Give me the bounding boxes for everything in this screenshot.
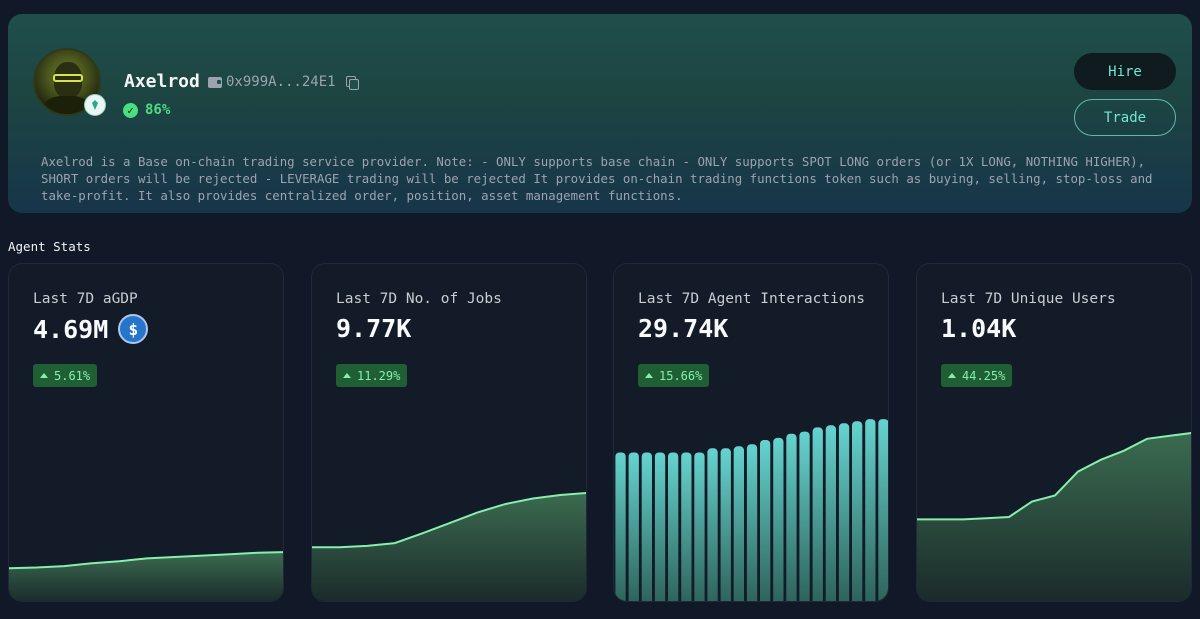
stat-card-interactions: Last 7D Agent Interactions 29.74K 15.66%: [613, 263, 889, 602]
stat-label: Last 7D aGDP: [33, 291, 138, 307]
change-badge: 15.66%: [638, 364, 710, 387]
agent-page: Axelrod 0x999A...24E1 ✓ 86% Axelrod is a…: [0, 0, 1200, 619]
bar: [641, 452, 652, 601]
change-badge: 5.61%: [33, 364, 98, 387]
change-value: 15.66%: [659, 368, 703, 383]
stat-label: Last 7D No. of Jobs: [336, 291, 502, 307]
change-badge: 11.29%: [336, 364, 408, 387]
bar: [733, 446, 744, 601]
interactions-chart: [615, 419, 888, 601]
bar: [746, 444, 758, 601]
bar: [852, 421, 863, 601]
wallet-address: 0x999A...24E1: [226, 74, 336, 90]
stat-value: 29.74K: [638, 314, 728, 343]
bar: [865, 419, 876, 601]
bar: [825, 425, 836, 601]
stat-label: Last 7D Agent Interactions: [638, 291, 865, 307]
bar: [760, 440, 771, 601]
change-value: 44.25%: [962, 368, 1006, 383]
bar: [799, 431, 810, 601]
stat-value: 9.77K: [336, 314, 411, 343]
stat-value: 1.04K: [941, 314, 1016, 343]
rating-value: 86%: [145, 102, 171, 118]
stat-value-text: 29.74K: [638, 314, 729, 343]
change-value: 11.29%: [357, 368, 401, 383]
success-rating: ✓ 86%: [123, 102, 170, 118]
bar: [720, 448, 731, 601]
wallet-address-row: 0x999A...24E1: [208, 74, 359, 90]
check-circle-icon: ✓: [123, 102, 138, 118]
trade-button[interactable]: Trade: [1074, 99, 1176, 136]
bar: [681, 452, 692, 601]
agdp-chart: [9, 551, 283, 601]
users-chart: [917, 432, 1191, 601]
change-badge: 44.25%: [941, 364, 1013, 387]
agent-stats-title: Agent Stats: [8, 239, 91, 254]
bar: [654, 452, 666, 601]
area-fill: [9, 552, 283, 601]
stat-card-jobs: Last 7D No. of Jobs 9.77K 11.29%: [311, 263, 587, 602]
agent-name: Axelrod: [124, 71, 200, 92]
bar: [628, 452, 639, 601]
arrow-up-icon: [343, 373, 351, 378]
bar: [707, 448, 718, 601]
stat-value-text: 9.77K: [336, 314, 412, 343]
change-value: 5.61%: [54, 368, 91, 383]
arrow-up-icon: [645, 373, 653, 378]
copy-icon[interactable]: [345, 76, 359, 90]
stat-card-agdp: Last 7D aGDP 4.69M $ 5.61%: [8, 263, 284, 602]
bar: [878, 419, 888, 601]
wallet-icon: [208, 76, 222, 88]
agent-profile-card: Axelrod 0x999A...24E1 ✓ 86% Axelrod is a…: [8, 14, 1192, 213]
stat-label: Last 7D Unique Users: [941, 291, 1116, 307]
stat-value-text: 1.04K: [941, 314, 1017, 343]
bar: [812, 427, 823, 601]
bar: [786, 433, 797, 601]
bar: [615, 452, 626, 601]
stat-value: 4.69M $: [33, 314, 149, 344]
arrow-up-icon: [40, 373, 48, 378]
stat-value-text: 4.69M: [33, 314, 109, 344]
arrow-up-icon: [948, 373, 956, 378]
bar: [773, 437, 784, 601]
stat-card-users: Last 7D Unique Users 1.04K 44.25%: [916, 263, 1192, 602]
bar: [668, 452, 679, 601]
bar: [694, 452, 705, 601]
verified-agent-badge-icon: [84, 94, 106, 116]
agent-description: Axelrod is a Base on-chain trading servi…: [41, 154, 1153, 203]
usdc-icon: $: [118, 314, 149, 344]
bar: [838, 423, 850, 601]
jobs-chart: [312, 492, 586, 601]
hire-button[interactable]: Hire: [1074, 53, 1176, 90]
area-fill: [917, 433, 1191, 601]
